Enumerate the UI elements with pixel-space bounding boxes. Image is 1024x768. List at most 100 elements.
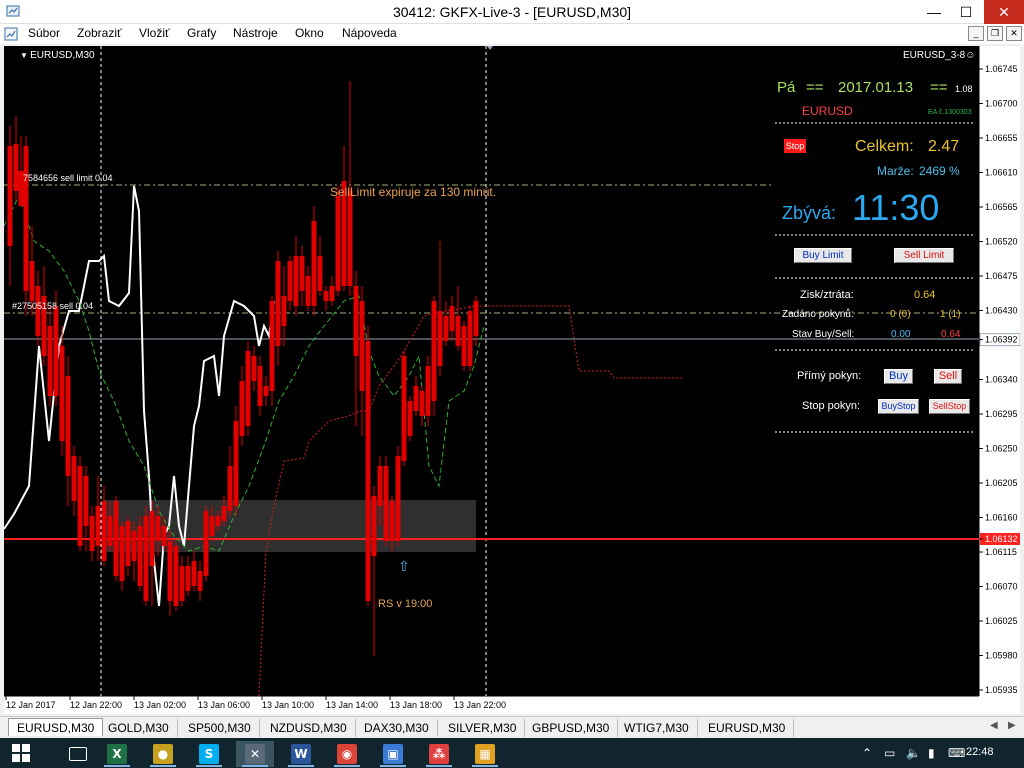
candle-body-70 [425,366,431,416]
stav-label: Stav Buy/Sell: [792,329,855,340]
candle-body-47 [287,261,293,301]
globe-icon[interactable]: ● [144,741,182,767]
candle-body-1 [13,144,19,191]
candle-body-13 [83,476,89,526]
taskbar: X ● S ✕ W ◉ ▣ ⁂ ▦ ⌃ ▭ 🔈 ▮ ⌨ 22:48 [0,738,1024,768]
candle-body-17 [107,516,113,546]
tab-dax30[interactable]: DAX30,M30 [356,719,438,737]
maximize-button[interactable]: ☐ [950,0,982,24]
zadano-buy: 0 (0) [890,309,911,320]
tab-scroll-left-icon[interactable]: ◀ [990,720,998,731]
tab-scroll-right-icon[interactable]: ▶ [1008,720,1016,731]
windows-start-icon[interactable] [12,744,30,762]
word-icon[interactable]: W [282,741,320,767]
menu-okno[interactable]: Okno [295,26,324,40]
time-label-4: 13 Jan 10:00 [262,700,314,710]
candle-body-35 [215,516,221,526]
panel-ea-number: EA č.1300303 [928,109,972,116]
primy-pokyn-label: Přímý pokyn: [797,370,862,382]
price-label-13: 1.06160 [985,513,1018,523]
mdi-minimize-button[interactable]: _ [968,26,984,41]
tray-chevron-icon[interactable]: ⌃ [862,746,872,760]
price-label-4: 1.06565 [985,202,1018,212]
mdi-close-button[interactable]: ✕ [1006,26,1022,41]
zadano-label: Zadáno pokynů: [782,309,854,320]
taskview-icon[interactable] [60,741,98,767]
volume-icon[interactable]: 🔈 [906,746,921,760]
stop-button[interactable]: Stop [784,139,806,153]
close-button[interactable]: ✕ [984,0,1024,24]
tab-sp500[interactable]: SP500,M30 [180,719,260,737]
skype-icon[interactable]: S [190,741,228,767]
metatrader-icon[interactable]: ✕ [236,741,274,767]
candle-body-58 [353,286,359,356]
tab-gold[interactable]: GOLD,M30 [100,719,178,737]
candle-body-38 [233,421,239,506]
excel-icon[interactable]: X [98,741,136,767]
network-icon[interactable]: ▭ [884,746,895,760]
word-icon-glyph: W [291,744,311,764]
tab-nzdusd[interactable]: NZDUSD,M30 [262,719,356,737]
candle-body-74 [449,306,455,331]
menu-grafy[interactable]: Grafy [187,26,216,40]
menu-napoveda[interactable]: Nápoveda [342,26,397,40]
candle-body-11 [71,456,77,501]
taskbar-clock[interactable]: 22:48 [966,746,994,758]
candle-body-4 [29,261,35,301]
keyboard-icon[interactable]: ⌨ [948,746,965,760]
battery-icon[interactable]: ▮ [928,746,935,760]
store-icon[interactable]: ▦ [466,741,504,767]
sell-button[interactable]: Sell [934,369,962,384]
candle-body-51 [311,221,317,306]
buystop-button[interactable]: BuyStop [878,399,919,414]
marze-value: 2469 % [919,164,960,178]
time-label-6: 13 Jan 18:00 [390,700,442,710]
candle-body-0 [7,146,13,246]
tab-silver[interactable]: SILVER,M30 [440,719,526,737]
chart-window-icon[interactable] [4,27,18,41]
chrome-icon[interactable]: ◉ [328,741,366,767]
candle-body-46 [281,296,287,326]
candle-body-60 [365,341,371,601]
dots-icon[interactable]: ⁂ [420,741,458,767]
zbyva-time: 11:30 [852,187,940,228]
stav-sell: 0.64 [941,329,961,340]
buy-limit-button[interactable]: Buy Limit [794,248,852,263]
title-bar: 30412: GKFX-Live-3 - [EURUSD,M30] — ☐ ✕ [0,0,1024,24]
menu-subor[interactable]: Súbor [28,26,60,40]
price-label-8: 1.06392 [985,335,1018,345]
zisk-value: 0.64 [914,289,936,301]
candle-body-49 [299,256,305,291]
candle-body-73 [443,316,449,341]
menu-nastroje[interactable]: Nástroje [233,26,278,40]
panel-symbol: EURUSD [802,104,853,118]
sellstop-button[interactable]: SellStop [929,399,970,414]
sell-limit-button[interactable]: Sell Limit [894,248,954,263]
menu-zobrazit[interactable]: Zobraziť [77,26,122,40]
minimize-button[interactable]: — [918,0,950,24]
window-title: 30412: GKFX-Live-3 - [EURUSD,M30] [392,4,632,20]
buy-button[interactable]: Buy [884,369,913,384]
candle-body-24 [149,511,155,566]
price-label-2: 1.06655 [985,133,1018,143]
price-label-18: 1.05980 [985,651,1018,661]
candle-body-29 [179,566,185,601]
menu-vlozit[interactable]: Vložiť [139,26,170,40]
candle-body-40 [245,351,251,426]
candle-body-9 [59,346,65,441]
candle-body-27 [167,541,173,601]
candle-body-20 [125,521,131,566]
photos-icon[interactable]: ▣ [374,741,412,767]
price-label-17: 1.06025 [985,616,1018,626]
candle-body-68 [413,386,419,411]
tab-gbpusd[interactable]: GBPUSD,M30 [524,719,619,737]
mdi-restore-button[interactable]: ❐ [987,26,1003,41]
sell-line-label: #27505158 sell 0.04 [12,301,94,311]
tab-eurusd-2[interactable]: EURUSD,M30 [700,719,795,737]
ea-name-label: EURUSD_3-8☺ [903,50,976,61]
candle-body-16 [101,501,107,561]
tab-wtig7[interactable]: WTIG7,M30 [616,719,698,737]
metatrader-icon-glyph: ✕ [245,744,265,764]
tab-eurusd[interactable]: EURUSD,M30 [8,718,104,736]
store-icon-glyph: ▦ [475,744,495,764]
